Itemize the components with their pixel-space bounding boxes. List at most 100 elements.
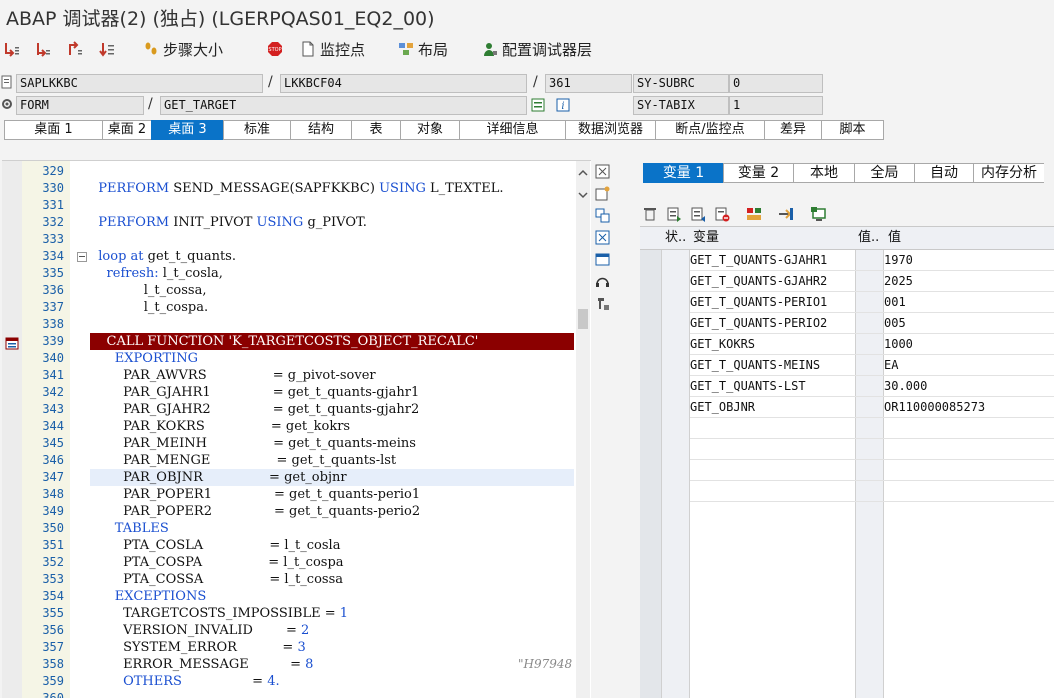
variable-name-cell[interactable]: GET_T_QUANTS-LST bbox=[690, 376, 850, 397]
code-line[interactable]: 351 PTA_COSLA = l_t_cosla bbox=[2, 537, 574, 554]
desktop-tab[interactable]: 标准 bbox=[223, 120, 290, 140]
breakpoint-icon[interactable] bbox=[5, 335, 19, 350]
desktop-tab[interactable]: 脚本 bbox=[821, 120, 884, 140]
code-editor[interactable]: 329 330 PERFORM SEND_MESSAGE(SAPFKKBC) US… bbox=[2, 160, 591, 698]
code-line[interactable]: 352 PTA_COSPA = l_t_cospa bbox=[2, 554, 574, 571]
code-line[interactable]: 358 ERROR_MESSAGE = 8 bbox=[2, 656, 574, 673]
code-line[interactable]: 331 bbox=[2, 197, 574, 214]
chevron-up-icon[interactable] bbox=[578, 169, 588, 177]
variable-tab[interactable]: 变量 1 bbox=[643, 163, 723, 183]
where-used-icon[interactable] bbox=[531, 98, 545, 112]
desktop-tab[interactable]: 断点/监控点 bbox=[655, 120, 764, 140]
stop-button[interactable]: STOP bbox=[267, 38, 287, 60]
continue-button[interactable] bbox=[99, 38, 119, 60]
settings-tool-icon[interactable] bbox=[595, 296, 610, 311]
variable-row[interactable]: GET_T_QUANTS-GJAHR2 2025 bbox=[640, 271, 1054, 292]
value-short-header[interactable]: 值.. bbox=[858, 227, 879, 249]
variable-name-cell[interactable]: GET_T_QUANTS-MEINS bbox=[690, 355, 850, 376]
variable-tab[interactable]: 全局 bbox=[854, 163, 914, 183]
desktop-tab[interactable]: 数据浏览器 bbox=[565, 120, 655, 140]
code-line[interactable]: 355 TARGETCOSTS_IMPOSSIBLE = 1 bbox=[2, 605, 574, 622]
code-line[interactable]: 334 loop at get_t_quants. bbox=[2, 248, 574, 265]
variable-name-cell[interactable]: GET_T_QUANTS-PERIO1 bbox=[690, 292, 850, 313]
code-line[interactable]: 337 l_t_cospa. bbox=[2, 299, 574, 316]
variable-row[interactable]: GET_T_QUANTS-GJAHR1 1970 bbox=[640, 250, 1054, 271]
variable-tab[interactable]: 变量 2 bbox=[723, 163, 793, 183]
variable-value-cell[interactable]: EA bbox=[884, 355, 1049, 376]
code-line[interactable]: 349 PAR_POPER2 = get_t_quants-perio2 bbox=[2, 503, 574, 520]
code-line[interactable]: 329 bbox=[2, 163, 574, 180]
variable-value-cell[interactable]: 001 bbox=[884, 292, 1049, 313]
watchpoint-button[interactable]: 监控点 bbox=[300, 38, 365, 60]
code-line[interactable]: 342 PAR_GJAHR1 = get_t_quants-gjahr1 bbox=[2, 384, 574, 401]
variable-tab[interactable]: 本地 bbox=[793, 163, 854, 183]
status-header[interactable]: 状.. bbox=[665, 227, 686, 249]
variable-name-cell[interactable]: GET_T_QUANTS-GJAHR2 bbox=[690, 271, 850, 292]
chevron-down-icon[interactable] bbox=[578, 191, 588, 199]
variable-name-cell[interactable]: GET_OBJNR bbox=[690, 397, 850, 418]
step-size-button[interactable]: 步骤大小 bbox=[143, 38, 223, 60]
code-line[interactable]: 330 PERFORM SEND_MESSAGE(SAPFKKBC) USING… bbox=[2, 180, 574, 197]
code-line[interactable]: 354 EXCEPTIONS bbox=[2, 588, 574, 605]
code-line[interactable]: 359 OTHERS = 4. bbox=[2, 673, 574, 690]
delete-variables-icon[interactable] bbox=[714, 206, 730, 222]
code-line[interactable]: 348 PAR_POPER1 = get_t_quants-perio1 bbox=[2, 486, 574, 503]
code-line[interactable]: 346 PAR_MENGE = get_t_quants-lst bbox=[2, 452, 574, 469]
swap-tool-icon[interactable] bbox=[595, 208, 610, 223]
variable-name-cell[interactable]: GET_T_QUANTS-PERIO2 bbox=[690, 313, 850, 334]
transfer-icon[interactable] bbox=[778, 206, 794, 222]
step-into-button[interactable] bbox=[4, 38, 24, 60]
code-line[interactable]: 332 PERFORM INIT_PIVOT USING g_PIVOT. bbox=[2, 214, 574, 231]
variable-value-cell[interactable]: OR110000085273 bbox=[884, 397, 1049, 418]
return-button[interactable] bbox=[67, 38, 87, 60]
desktop-tab[interactable]: 详细信息 bbox=[459, 120, 565, 140]
variable-value-cell[interactable]: 1000 bbox=[884, 334, 1049, 355]
code-line[interactable]: 338 bbox=[2, 316, 574, 333]
layout-button[interactable]: 布局 bbox=[398, 38, 448, 60]
close-tool-icon[interactable] bbox=[595, 164, 610, 179]
code-line[interactable]: 340 EXPORTING bbox=[2, 350, 574, 367]
variable-row[interactable]: GET_T_QUANTS-MEINS EA bbox=[640, 355, 1054, 376]
code-line[interactable]: 333 bbox=[2, 231, 574, 248]
code-line[interactable]: 345 PAR_MEINH = get_t_quants-meins bbox=[2, 435, 574, 452]
code-line[interactable]: 341 PAR_AWVRS = g_pivot-sover bbox=[2, 367, 574, 384]
configure-layers-button[interactable]: 配置调试器层 bbox=[482, 38, 592, 60]
variable-value-cell[interactable]: 005 bbox=[884, 313, 1049, 334]
monitor-icon[interactable] bbox=[810, 206, 826, 222]
variable-row[interactable]: GET_T_QUANTS-LST 30.000 bbox=[640, 376, 1054, 397]
code-line[interactable]: 357 SYSTEM_ERROR = 3 bbox=[2, 639, 574, 656]
value-header[interactable]: 值 bbox=[888, 227, 901, 249]
code-line[interactable]: 335 refresh: l_t_cosla, bbox=[2, 265, 574, 282]
desktop-tab[interactable]: 桌面 2 bbox=[102, 120, 151, 140]
info-icon[interactable]: i bbox=[556, 98, 570, 112]
variable-row[interactable]: GET_OBJNR OR110000085273 bbox=[640, 397, 1054, 418]
import-variables-icon[interactable] bbox=[666, 206, 682, 222]
maximize-tool-icon[interactable] bbox=[595, 230, 610, 245]
variable-row[interactable]: GET_T_QUANTS-PERIO1 001 bbox=[640, 292, 1054, 313]
code-line[interactable]: 350 TABLES bbox=[2, 520, 574, 537]
variable-header[interactable]: 变量 bbox=[693, 227, 719, 249]
code-line[interactable]: 344 PAR_KOKRS = get_kokrs bbox=[2, 418, 574, 435]
desktop-tab[interactable]: 对象 bbox=[400, 120, 459, 140]
variable-tab[interactable]: 内存分析 bbox=[973, 163, 1044, 183]
variable-value-cell[interactable]: 30.000 bbox=[884, 376, 1049, 397]
desktop-tab[interactable]: 表 bbox=[351, 120, 400, 140]
variable-value-cell[interactable]: 1970 bbox=[884, 250, 1049, 271]
variable-row[interactable]: GET_KOKRS 1000 bbox=[640, 334, 1054, 355]
variable-value-cell[interactable]: 2025 bbox=[884, 271, 1049, 292]
vertical-scrollbar[interactable] bbox=[576, 161, 590, 698]
window-tool-icon[interactable] bbox=[595, 252, 610, 267]
export-variables-icon[interactable] bbox=[690, 206, 706, 222]
desktop-tab[interactable]: 桌面 3 bbox=[151, 120, 223, 140]
desktop-tab[interactable]: 桌面 1 bbox=[4, 120, 102, 140]
service-tool-icon[interactable] bbox=[595, 274, 610, 289]
new-tool-icon[interactable] bbox=[595, 186, 610, 201]
code-line[interactable]: 353 PTA_COSSA = l_t_cossa bbox=[2, 571, 574, 588]
code-line[interactable]: 339 CALL FUNCTION 'K_TARGETCOSTS_OBJECT_… bbox=[2, 333, 574, 350]
variable-row[interactable]: GET_T_QUANTS-PERIO2 005 bbox=[640, 313, 1054, 334]
step-over-button[interactable] bbox=[35, 38, 55, 60]
change-value-icon[interactable] bbox=[746, 206, 762, 222]
code-line[interactable]: 356 VERSION_INVALID = 2 bbox=[2, 622, 574, 639]
code-line[interactable]: 343 PAR_GJAHR2 = get_t_quants-gjahr2 bbox=[2, 401, 574, 418]
code-line[interactable]: 336 l_t_cossa, bbox=[2, 282, 574, 299]
